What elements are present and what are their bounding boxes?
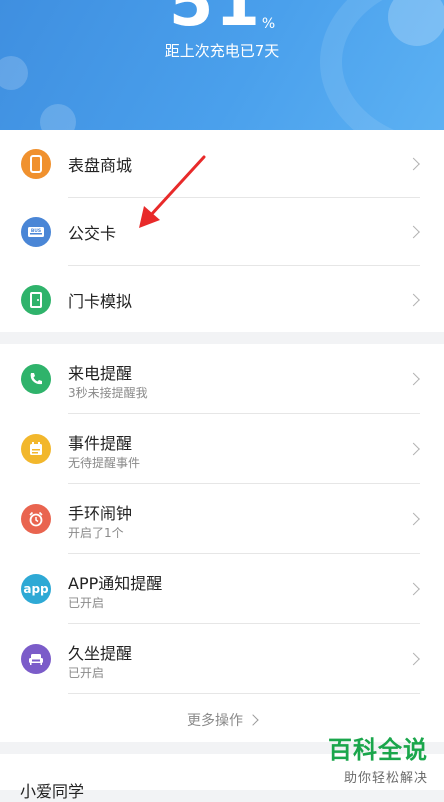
watermark-title: 百科全说 <box>328 736 428 764</box>
watermark-subtitle: 助你轻松解决 <box>343 771 428 786</box>
watermark: 百科全说 助你轻松解决 <box>328 730 428 786</box>
annotation-arrow-icon <box>139 155 206 228</box>
